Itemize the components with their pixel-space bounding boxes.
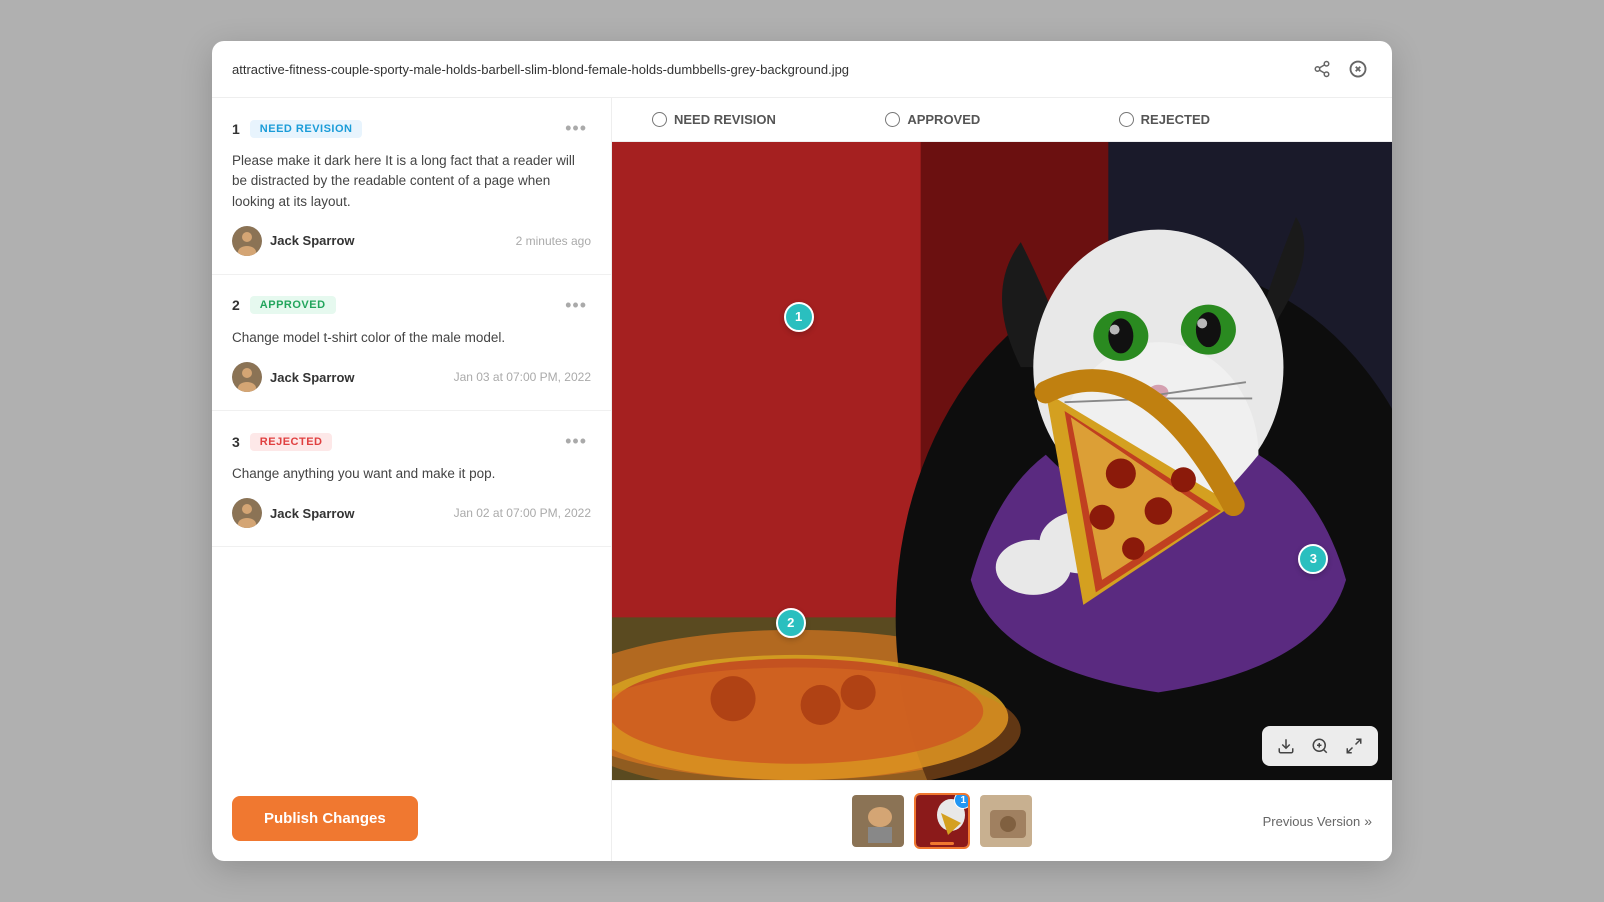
image-toolbar	[1262, 726, 1378, 766]
status-badge: NEED REVISION	[250, 120, 363, 138]
right-panel: NEED REVISION APPROVED REJECTED	[612, 98, 1392, 861]
comment-header: 1 NEED REVISION •••	[232, 116, 591, 141]
comment-text: Change anything you want and make it pop…	[232, 464, 591, 484]
status-option-label: APPROVED	[907, 112, 980, 127]
thumbnail-2[interactable]: 1	[914, 793, 970, 849]
comment-item: 1 NEED REVISION ••• Please make it dark …	[212, 98, 611, 275]
zoom-button[interactable]	[1306, 732, 1334, 760]
comment-header: 3 REJECTED •••	[232, 429, 591, 454]
chevron-right-icon: »	[1364, 813, 1372, 829]
status-option-approved[interactable]: APPROVED	[885, 112, 1118, 127]
more-options-button[interactable]: •••	[561, 116, 591, 141]
thumbnail-3[interactable]	[978, 793, 1034, 849]
comment-text: Please make it dark here It is a long fa…	[232, 151, 591, 212]
comment-number: 3	[232, 434, 240, 450]
status-bar: NEED REVISION APPROVED REJECTED	[612, 98, 1392, 142]
main-image	[612, 142, 1392, 780]
fullscreen-button[interactable]	[1340, 732, 1368, 760]
comment-number-badge: 3 REJECTED	[232, 433, 332, 451]
download-button[interactable]	[1272, 732, 1300, 760]
publish-area: Publish Changes	[212, 776, 611, 861]
comment-number-badge: 1 NEED REVISION	[232, 120, 362, 138]
header-icons	[1308, 55, 1372, 83]
status-option-need-revision[interactable]: NEED REVISION	[652, 112, 885, 127]
comment-number-badge: 2 APPROVED	[232, 296, 336, 314]
status-badge: APPROVED	[250, 296, 336, 314]
publish-changes-button[interactable]: Publish Changes	[232, 796, 418, 841]
thumbnail-1[interactable]	[850, 793, 906, 849]
copy-link-button[interactable]	[1308, 55, 1336, 83]
thumbnail-bar: 1 Previous Version »	[612, 780, 1392, 861]
thumbnails: 1	[632, 793, 1253, 849]
image-area: 1 2 3	[612, 142, 1392, 780]
avatar	[232, 362, 262, 392]
comment-text: Change model t-shirt color of the male m…	[232, 328, 591, 348]
comment-time: 2 minutes ago	[516, 234, 591, 248]
more-options-button[interactable]: •••	[561, 293, 591, 318]
annotation-pin-1[interactable]: 1	[784, 302, 814, 332]
comment-number: 1	[232, 121, 240, 137]
filename-label: attractive-fitness-couple-sporty-male-ho…	[232, 62, 1298, 77]
thumb-badge: 1	[954, 793, 970, 809]
status-option-label: REJECTED	[1141, 112, 1210, 127]
comment-footer: Jack Sparrow Jan 03 at 07:00 PM, 2022	[232, 362, 591, 392]
modal-container: attractive-fitness-couple-sporty-male-ho…	[212, 41, 1392, 861]
status-badge: REJECTED	[250, 433, 333, 451]
avatar	[232, 226, 262, 256]
comment-item: 3 REJECTED ••• Change anything you want …	[212, 411, 611, 547]
annotation-pin-2[interactable]: 2	[776, 608, 806, 638]
status-radio-rejected[interactable]	[1119, 112, 1134, 127]
modal-body: 1 NEED REVISION ••• Please make it dark …	[212, 98, 1392, 861]
status-radio-need-revision[interactable]	[652, 112, 667, 127]
author-name: Jack Sparrow	[270, 506, 355, 521]
author-name: Jack Sparrow	[270, 370, 355, 385]
comment-number: 2	[232, 297, 240, 313]
author-name: Jack Sparrow	[270, 233, 355, 248]
status-radio-approved[interactable]	[885, 112, 900, 127]
avatar	[232, 498, 262, 528]
previous-version-link[interactable]: Previous Version »	[1263, 813, 1372, 829]
comment-author: Jack Sparrow	[232, 362, 355, 392]
status-option-label: NEED REVISION	[674, 112, 776, 127]
more-options-button[interactable]: •••	[561, 429, 591, 454]
comment-footer: Jack Sparrow Jan 02 at 07:00 PM, 2022	[232, 498, 591, 528]
previous-version-label: Previous Version	[1263, 814, 1361, 829]
close-button[interactable]	[1344, 55, 1372, 83]
comment-item: 2 APPROVED ••• Change model t-shirt colo…	[212, 275, 611, 411]
comment-footer: Jack Sparrow 2 minutes ago	[232, 226, 591, 256]
comment-time: Jan 02 at 07:00 PM, 2022	[454, 506, 591, 520]
left-panel: 1 NEED REVISION ••• Please make it dark …	[212, 98, 612, 861]
comment-author: Jack Sparrow	[232, 226, 355, 256]
modal-header: attractive-fitness-couple-sporty-male-ho…	[212, 41, 1392, 98]
comment-time: Jan 03 at 07:00 PM, 2022	[454, 370, 591, 384]
status-option-rejected[interactable]: REJECTED	[1119, 112, 1352, 127]
comment-author: Jack Sparrow	[232, 498, 355, 528]
comment-header: 2 APPROVED •••	[232, 293, 591, 318]
